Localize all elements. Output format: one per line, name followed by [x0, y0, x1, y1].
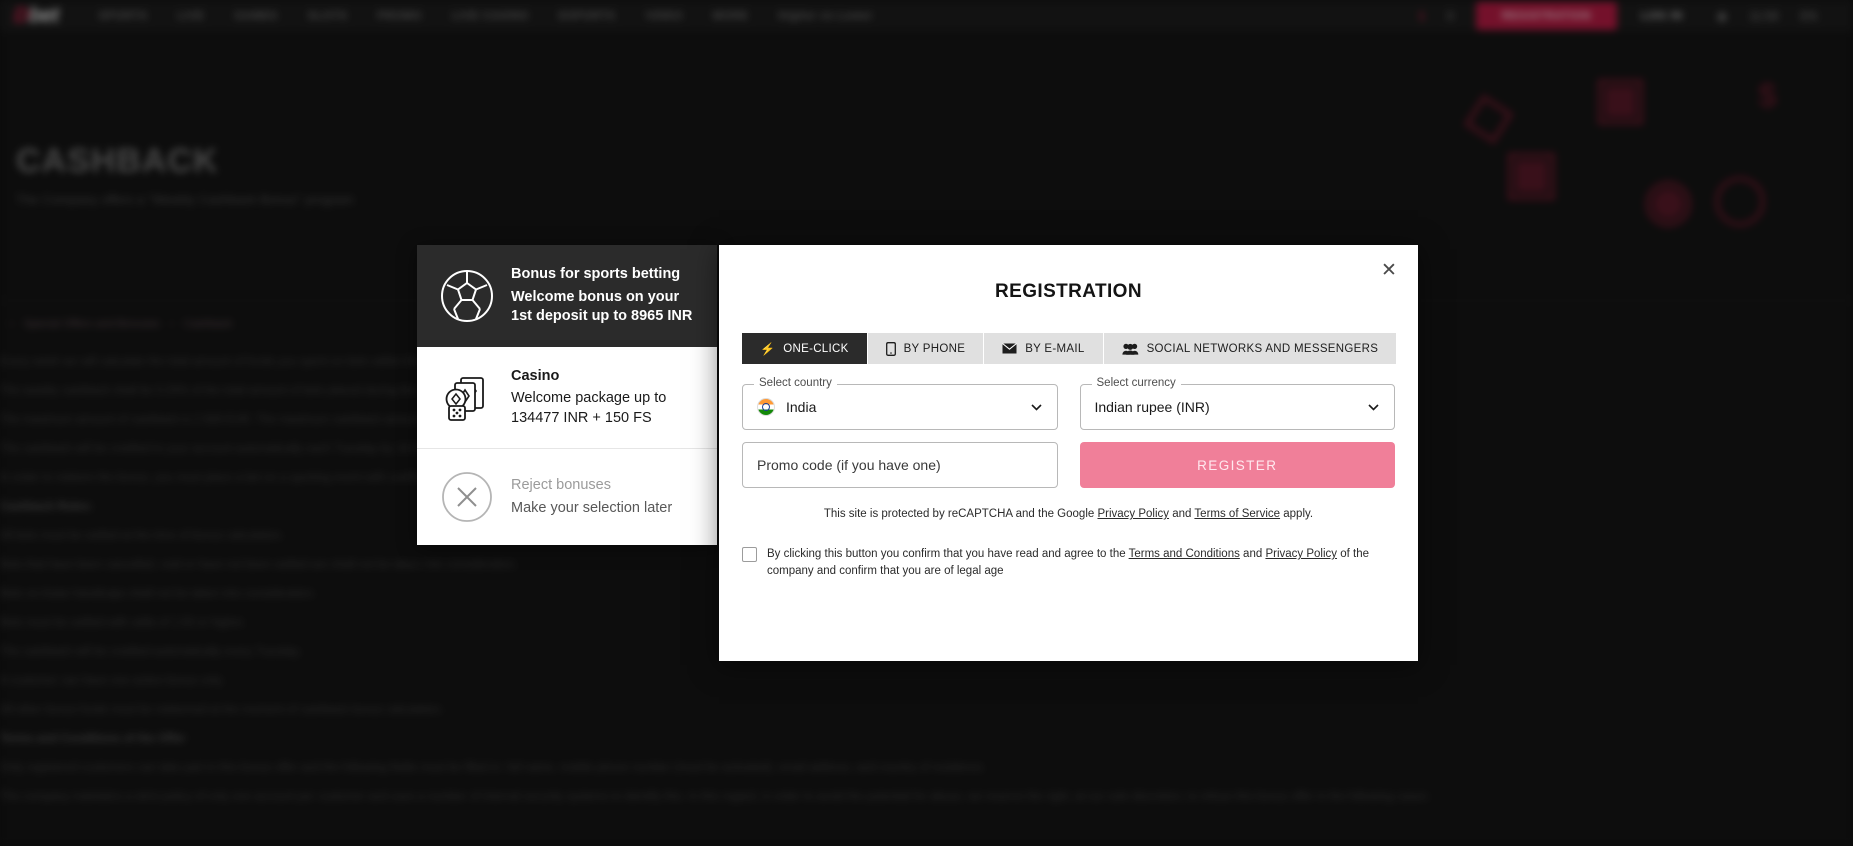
register-button[interactable]: REGISTER — [1079, 442, 1395, 488]
bonus-option-text: Bonus for sports betting Welcome bonus o… — [511, 265, 695, 327]
recaptcha-notice: This site is protected by reCAPTCHA and … — [719, 508, 1418, 520]
bonus-option-reject[interactable]: Reject bonuses Make your selection later — [417, 448, 717, 545]
country-select-value-wrap: India — [757, 398, 816, 416]
tab-label: SOCIAL NETWORKS AND MESSENGERS — [1146, 342, 1379, 355]
bonus-option-title: Bonus for sports betting — [511, 266, 681, 282]
reject-circle-x-icon — [439, 469, 495, 525]
promo-code-field[interactable] — [742, 442, 1058, 488]
people-icon — [1121, 343, 1139, 355]
recaptcha-middle: and — [1169, 508, 1195, 520]
envelope-icon — [1002, 343, 1018, 354]
bonus-selection-panel: Bonus for sports betting Welcome bonus o… — [417, 245, 717, 546]
terms-of-service-link[interactable]: Terms of Service — [1194, 508, 1280, 520]
tab-label: ONE-CLICK — [783, 342, 849, 355]
bonus-option-description: Welcome bonus on your 1st deposit up to … — [511, 288, 693, 325]
casino-chips-icon — [439, 370, 495, 426]
bonus-option-description: Welcome package up to 134477 INR + 150 F… — [511, 390, 667, 426]
recaptcha-suffix: apply. — [1280, 508, 1314, 520]
tab-one-click[interactable]: ⚡ ONE-CLICK — [742, 333, 868, 364]
bonus-option-sports[interactable]: Bonus for sports betting Welcome bonus o… — [417, 245, 717, 347]
chevron-down-icon — [1367, 401, 1380, 414]
country-select-value: India — [786, 399, 817, 415]
terms-middle: and — [1239, 548, 1266, 560]
registration-modal: ✕ REGISTRATION ⚡ ONE-CLICK BY PHONE BY E… — [719, 245, 1418, 661]
terms-and-conditions-link[interactable]: Terms and Conditions — [1129, 548, 1240, 560]
bonus-option-description: Make your selection later — [511, 499, 673, 516]
bonus-option-casino[interactable]: Casino Welcome package up to 134477 INR … — [417, 347, 717, 449]
football-icon — [439, 268, 495, 324]
bonus-option-text: Casino Welcome package up to 134477 INR … — [511, 367, 695, 429]
terms-prefix: By clicking this button you confirm that… — [767, 548, 1129, 560]
india-flag-icon — [757, 398, 775, 416]
tab-label: BY E-MAIL — [1025, 342, 1085, 355]
terms-privacy-policy-link[interactable]: Privacy Policy — [1265, 548, 1337, 560]
terms-checkbox[interactable] — [742, 547, 757, 562]
promo-code-input[interactable] — [757, 457, 1043, 473]
registration-tabs: ⚡ ONE-CLICK BY PHONE BY E-MAIL SOCIAL NE… — [742, 333, 1397, 364]
registration-form: Select country India Select currency Ind… — [742, 377, 1395, 488]
bonus-option-text: Reject bonuses Make your selection later — [511, 476, 672, 518]
bonus-option-title: Reject bonuses — [511, 477, 611, 494]
bonus-option-title: Casino — [511, 367, 560, 384]
phone-icon — [885, 341, 896, 356]
tab-by-phone[interactable]: BY PHONE — [867, 333, 985, 364]
currency-select-value: Indian rupee (INR) — [1094, 399, 1210, 415]
tab-label: BY PHONE — [903, 342, 966, 355]
privacy-policy-link[interactable]: Privacy Policy — [1097, 508, 1169, 520]
chevron-down-icon — [1030, 401, 1043, 414]
recaptcha-prefix: This site is protected by reCAPTCHA and … — [823, 508, 1098, 520]
close-icon[interactable]: ✕ — [1374, 255, 1404, 285]
country-select-label: Select country — [754, 377, 837, 389]
tab-social-networks[interactable]: SOCIAL NETWORKS AND MESSENGERS — [1103, 333, 1397, 364]
terms-agreement: By clicking this button you confirm that… — [742, 546, 1395, 581]
currency-select[interactable]: Select currency Indian rupee (INR) — [1079, 377, 1395, 430]
modal-title: REGISTRATION — [995, 281, 1142, 302]
currency-select-label: Select currency — [1091, 377, 1181, 389]
tab-by-email[interactable]: BY E-MAIL — [984, 333, 1104, 364]
country-select[interactable]: Select country India — [742, 377, 1058, 430]
lightning-icon: ⚡ — [760, 341, 776, 356]
terms-text: By clicking this button you confirm that… — [767, 546, 1395, 581]
